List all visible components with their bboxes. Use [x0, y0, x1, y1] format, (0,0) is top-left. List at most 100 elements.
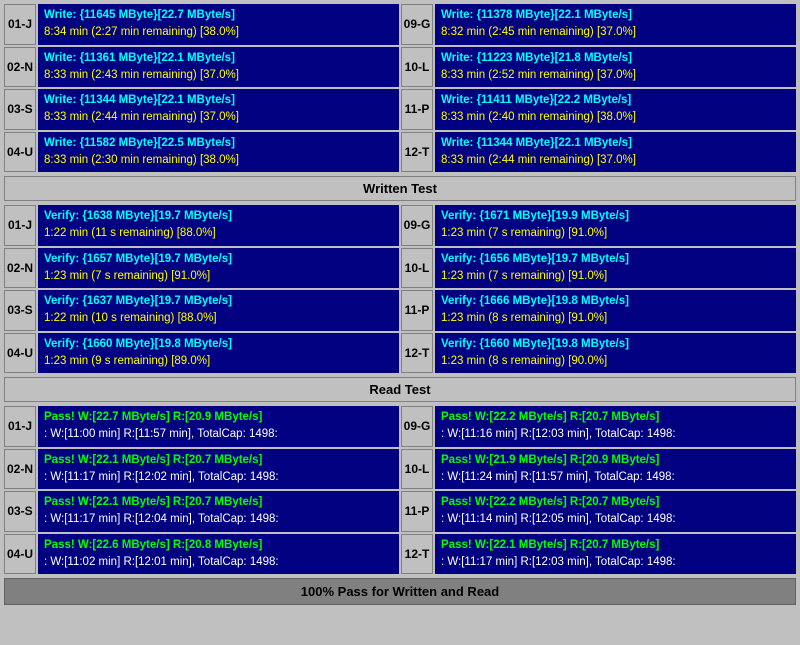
cell-right: Pass! W:[22.1 MByte/s] R:[20.7 MByte/s]:… — [435, 534, 796, 575]
cell-right: Verify: {1666 MByte}[19.8 MByte/s]1:23 m… — [435, 290, 796, 331]
cell-line1: Pass! W:[22.1 MByte/s] R:[20.7 MByte/s] — [44, 494, 393, 511]
main-container: 01-JWrite: {11645 MByte}[22.7 MByte/s]8:… — [0, 0, 800, 609]
device-id-left: 04-U — [4, 132, 36, 173]
data-row: 03-SVerify: {1637 MByte}[19.7 MByte/s]1:… — [4, 290, 796, 331]
cell-line2: 8:33 min (2:44 min remaining) [37.0%] — [441, 152, 790, 169]
data-row: 02-NWrite: {11361 MByte}[22.1 MByte/s]8:… — [4, 47, 796, 88]
device-id-left: 03-S — [4, 290, 36, 331]
cell-line1: Verify: {1657 MByte}[19.7 MByte/s] — [44, 251, 393, 268]
device-id-left: 02-N — [4, 47, 36, 88]
cell-line2: 8:33 min (2:43 min remaining) [37.0%] — [44, 67, 393, 84]
device-id-left: 01-J — [4, 406, 36, 447]
cell-left: Pass! W:[22.1 MByte/s] R:[20.7 MByte/s]:… — [38, 491, 399, 532]
cell-line1: Pass! W:[22.2 MByte/s] R:[20.7 MByte/s] — [441, 494, 790, 511]
cell-line1: Pass! W:[22.1 MByte/s] R:[20.7 MByte/s] — [441, 537, 790, 554]
device-id-right: 12-T — [401, 534, 433, 575]
cell-line2: 8:33 min (2:40 min remaining) [38.0%] — [441, 109, 790, 126]
device-id-left: 01-J — [4, 4, 36, 45]
cell-line2: : W:[11:14 min] R:[12:05 min], TotalCap:… — [441, 511, 790, 528]
cell-line1: Write: {11361 MByte}[22.1 MByte/s] — [44, 50, 393, 67]
cell-line2: 1:23 min (9 s remaining) [89.0%] — [44, 353, 393, 370]
device-id-right: 09-G — [401, 205, 433, 246]
data-row: 04-UPass! W:[22.6 MByte/s] R:[20.8 MByte… — [4, 534, 796, 575]
cell-line2: : W:[11:24 min] R:[11:57 min], TotalCap:… — [441, 469, 790, 486]
device-id-left: 02-N — [4, 248, 36, 289]
cell-line2: : W:[11:17 min] R:[12:03 min], TotalCap:… — [441, 554, 790, 571]
cell-right: Pass! W:[22.2 MByte/s] R:[20.7 MByte/s]:… — [435, 491, 796, 532]
read-test-divider: Read Test — [4, 377, 796, 402]
cell-left: Write: {11582 MByte}[22.5 MByte/s]8:33 m… — [38, 132, 399, 173]
cell-line1: Pass! W:[22.1 MByte/s] R:[20.7 MByte/s] — [44, 452, 393, 469]
cell-line2: 8:32 min (2:45 min remaining) [37.0%] — [441, 24, 790, 41]
cell-right: Write: {11223 MByte}[21.8 MByte/s]8:33 m… — [435, 47, 796, 88]
cell-line1: Verify: {1671 MByte}[19.9 MByte/s] — [441, 208, 790, 225]
cell-left: Pass! W:[22.7 MByte/s] R:[20.9 MByte/s]:… — [38, 406, 399, 447]
cell-line2: 8:34 min (2:27 min remaining) [38.0%] — [44, 24, 393, 41]
device-id-right: 12-T — [401, 333, 433, 374]
cell-line1: Verify: {1660 MByte}[19.8 MByte/s] — [44, 336, 393, 353]
data-row: 01-JVerify: {1638 MByte}[19.7 MByte/s]1:… — [4, 205, 796, 246]
cell-line2: : W:[11:17 min] R:[12:02 min], TotalCap:… — [44, 469, 393, 486]
device-id-right: 10-L — [401, 449, 433, 490]
cell-left: Verify: {1638 MByte}[19.7 MByte/s]1:22 m… — [38, 205, 399, 246]
device-id-right: 09-G — [401, 4, 433, 45]
device-id-right: 09-G — [401, 406, 433, 447]
cell-right: Verify: {1656 MByte}[19.7 MByte/s]1:23 m… — [435, 248, 796, 289]
cell-left: Verify: {1660 MByte}[19.8 MByte/s]1:23 m… — [38, 333, 399, 374]
device-id-right: 11-P — [401, 290, 433, 331]
cell-line1: Write: {11344 MByte}[22.1 MByte/s] — [441, 135, 790, 152]
data-row: 02-NVerify: {1657 MByte}[19.7 MByte/s]1:… — [4, 248, 796, 289]
cell-left: Write: {11361 MByte}[22.1 MByte/s]8:33 m… — [38, 47, 399, 88]
cell-line1: Write: {11411 MByte}[22.2 MByte/s] — [441, 92, 790, 109]
read-section: 01-JPass! W:[22.7 MByte/s] R:[20.9 MByte… — [4, 406, 796, 574]
cell-right: Pass! W:[21.9 MByte/s] R:[20.9 MByte/s]:… — [435, 449, 796, 490]
device-id-left: 03-S — [4, 89, 36, 130]
cell-line2: 1:23 min (7 s remaining) [91.0%] — [44, 268, 393, 285]
cell-line2: 8:33 min (2:44 min remaining) [37.0%] — [44, 109, 393, 126]
data-row: 04-UWrite: {11582 MByte}[22.5 MByte/s]8:… — [4, 132, 796, 173]
device-id-right: 11-P — [401, 89, 433, 130]
cell-left: Verify: {1637 MByte}[19.7 MByte/s]1:22 m… — [38, 290, 399, 331]
cell-line2: 1:23 min (7 s remaining) [91.0%] — [441, 225, 790, 242]
write-section: 01-JWrite: {11645 MByte}[22.7 MByte/s]8:… — [4, 4, 796, 172]
cell-right: Write: {11411 MByte}[22.2 MByte/s]8:33 m… — [435, 89, 796, 130]
cell-line1: Write: {11378 MByte}[22.1 MByte/s] — [441, 7, 790, 24]
cell-line1: Verify: {1638 MByte}[19.7 MByte/s] — [44, 208, 393, 225]
cell-line1: Write: {11582 MByte}[22.5 MByte/s] — [44, 135, 393, 152]
cell-line2: : W:[11:17 min] R:[12:04 min], TotalCap:… — [44, 511, 393, 528]
cell-line1: Pass! W:[22.7 MByte/s] R:[20.9 MByte/s] — [44, 409, 393, 426]
cell-line1: Write: {11645 MByte}[22.7 MByte/s] — [44, 7, 393, 24]
cell-line2: 1:22 min (11 s remaining) [88.0%] — [44, 225, 393, 242]
cell-line1: Verify: {1660 MByte}[19.8 MByte/s] — [441, 336, 790, 353]
device-id-right: 10-L — [401, 248, 433, 289]
cell-line1: Pass! W:[22.2 MByte/s] R:[20.7 MByte/s] — [441, 409, 790, 426]
data-row: 01-JPass! W:[22.7 MByte/s] R:[20.9 MByte… — [4, 406, 796, 447]
device-id-left: 01-J — [4, 205, 36, 246]
cell-line2: 1:23 min (8 s remaining) [91.0%] — [441, 310, 790, 327]
cell-right: Verify: {1671 MByte}[19.9 MByte/s]1:23 m… — [435, 205, 796, 246]
cell-line2: 1:23 min (8 s remaining) [90.0%] — [441, 353, 790, 370]
cell-line1: Write: {11223 MByte}[21.8 MByte/s] — [441, 50, 790, 67]
cell-right: Pass! W:[22.2 MByte/s] R:[20.7 MByte/s]:… — [435, 406, 796, 447]
cell-left: Pass! W:[22.1 MByte/s] R:[20.7 MByte/s]:… — [38, 449, 399, 490]
data-row: 03-SPass! W:[22.1 MByte/s] R:[20.7 MByte… — [4, 491, 796, 532]
cell-line1: Pass! W:[22.6 MByte/s] R:[20.8 MByte/s] — [44, 537, 393, 554]
data-row: 03-SWrite: {11344 MByte}[22.1 MByte/s]8:… — [4, 89, 796, 130]
cell-line2: 8:33 min (2:30 min remaining) [38.0%] — [44, 152, 393, 169]
device-id-left: 02-N — [4, 449, 36, 490]
cell-right: Verify: {1660 MByte}[19.8 MByte/s]1:23 m… — [435, 333, 796, 374]
bottom-status-bar: 100% Pass for Written and Read — [4, 578, 796, 605]
device-id-left: 04-U — [4, 333, 36, 374]
device-id-left: 04-U — [4, 534, 36, 575]
cell-left: Pass! W:[22.6 MByte/s] R:[20.8 MByte/s]:… — [38, 534, 399, 575]
cell-line2: 8:33 min (2:52 min remaining) [37.0%] — [441, 67, 790, 84]
cell-line1: Verify: {1637 MByte}[19.7 MByte/s] — [44, 293, 393, 310]
device-id-right: 11-P — [401, 491, 433, 532]
cell-left: Write: {11344 MByte}[22.1 MByte/s]8:33 m… — [38, 89, 399, 130]
device-id-right: 10-L — [401, 47, 433, 88]
cell-line1: Write: {11344 MByte}[22.1 MByte/s] — [44, 92, 393, 109]
cell-line1: Pass! W:[21.9 MByte/s] R:[20.9 MByte/s] — [441, 452, 790, 469]
cell-line2: 1:23 min (7 s remaining) [91.0%] — [441, 268, 790, 285]
data-row: 01-JWrite: {11645 MByte}[22.7 MByte/s]8:… — [4, 4, 796, 45]
cell-left: Verify: {1657 MByte}[19.7 MByte/s]1:23 m… — [38, 248, 399, 289]
